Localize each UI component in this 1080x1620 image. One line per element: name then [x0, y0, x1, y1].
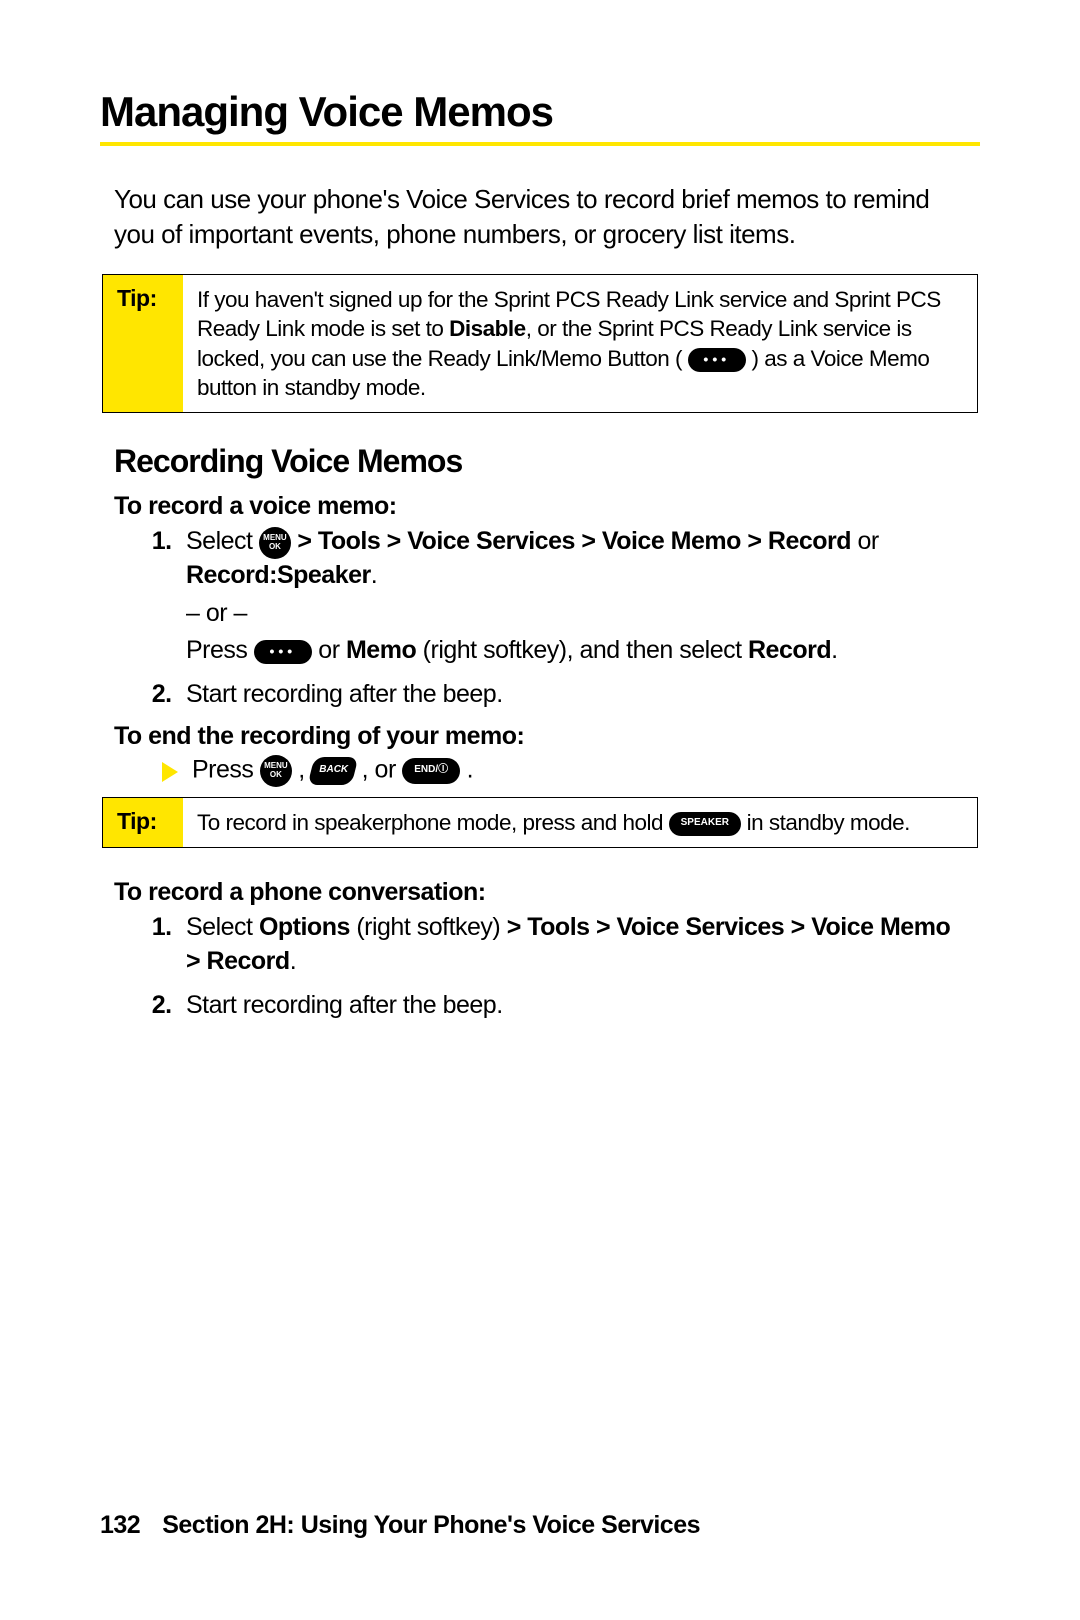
step1-or: – or – — [186, 597, 966, 631]
step1b-d: . — [831, 636, 837, 664]
conv1-options: Options — [259, 913, 350, 941]
ready-link-button-icon: ••• — [688, 348, 746, 372]
record-step-1: Select MENUOK > Tools > Voice Services >… — [178, 525, 966, 668]
section-label: Section 2H: Using Your Phone's Voice Ser… — [162, 1511, 700, 1539]
conv1-a: Select — [186, 913, 259, 941]
step1-period: . — [371, 561, 377, 589]
step1b-memo: Memo — [346, 636, 416, 664]
intro-paragraph: You can use your phone's Voice Services … — [114, 182, 966, 252]
page-number: 132 — [100, 1511, 140, 1539]
record-steps: Select MENUOK > Tools > Voice Services >… — [144, 525, 966, 712]
end-or: , or — [355, 756, 402, 784]
end-bullet: Press MENUOK , BACK , or END/Ⓘ . — [162, 755, 966, 787]
step1b-b: or — [312, 636, 346, 664]
tip2-a: To record in speakerphone mode, press an… — [197, 810, 669, 835]
conv-steps: Select Options (right softkey) > Tools >… — [144, 911, 966, 1022]
tip-box-1: Tip: If you haven't signed up for the Sp… — [102, 274, 978, 413]
speaker-key-icon: SPEAKER — [669, 812, 741, 836]
ready-link-button-icon: ••• — [254, 640, 312, 664]
conv-step-2: Start recording after the beep. — [178, 989, 966, 1023]
end-key-icon: END/Ⓘ — [402, 758, 460, 784]
menu-ok-key-icon: MENUOK — [260, 755, 292, 787]
step1b-c: (right softkey), and then select — [416, 636, 748, 664]
conv1-c: . — [290, 947, 296, 975]
step1-or-word: or — [851, 527, 879, 555]
end-comma: , — [292, 756, 311, 784]
end-press: Press — [192, 756, 260, 784]
page-footer: 132 Section 2H: Using Your Phone's Voice … — [100, 1511, 700, 1540]
step1-nav: > Tools > Voice Services > Voice Memo > … — [291, 527, 851, 555]
end-line: Press MENUOK , BACK , or END/Ⓘ . — [192, 755, 473, 787]
conv-step-1: Select Options (right softkey) > Tools >… — [178, 911, 966, 979]
step1b-record: Record — [748, 636, 831, 664]
conv-lead: To record a phone conversation: — [114, 878, 980, 907]
document-page: Managing Voice Memos You can use your ph… — [0, 0, 1080, 1620]
tip-box-2: Tip: To record in speakerphone mode, pre… — [102, 797, 978, 848]
tip1-disable: Disable — [449, 316, 526, 341]
conv1-b: (right softkey) — [350, 913, 507, 941]
tip-text: To record in speakerphone mode, press an… — [183, 798, 977, 847]
end-lead: To end the recording of your memo: — [114, 722, 980, 751]
tip-label: Tip: — [103, 275, 183, 412]
triangle-bullet-icon — [162, 762, 178, 782]
tip2-b: in standby mode. — [741, 810, 910, 835]
record-step-2: Start recording after the beep. — [178, 678, 966, 712]
step1b-a: Press — [186, 636, 254, 664]
step1-text-a: Select — [186, 527, 259, 555]
menu-ok-key-icon: MENUOK — [259, 527, 291, 559]
tip-text: If you haven't signed up for the Sprint … — [183, 275, 977, 412]
page-title: Managing Voice Memos — [100, 88, 980, 136]
record-lead: To record a voice memo: — [114, 492, 980, 521]
title-rule — [100, 142, 980, 146]
tip-label: Tip: — [103, 798, 183, 847]
back-key-icon: BACK — [308, 757, 359, 785]
step1-recspeaker: Record:Speaker — [186, 561, 371, 589]
subheading: Recording Voice Memos — [114, 443, 980, 480]
end-period: . — [460, 756, 473, 784]
